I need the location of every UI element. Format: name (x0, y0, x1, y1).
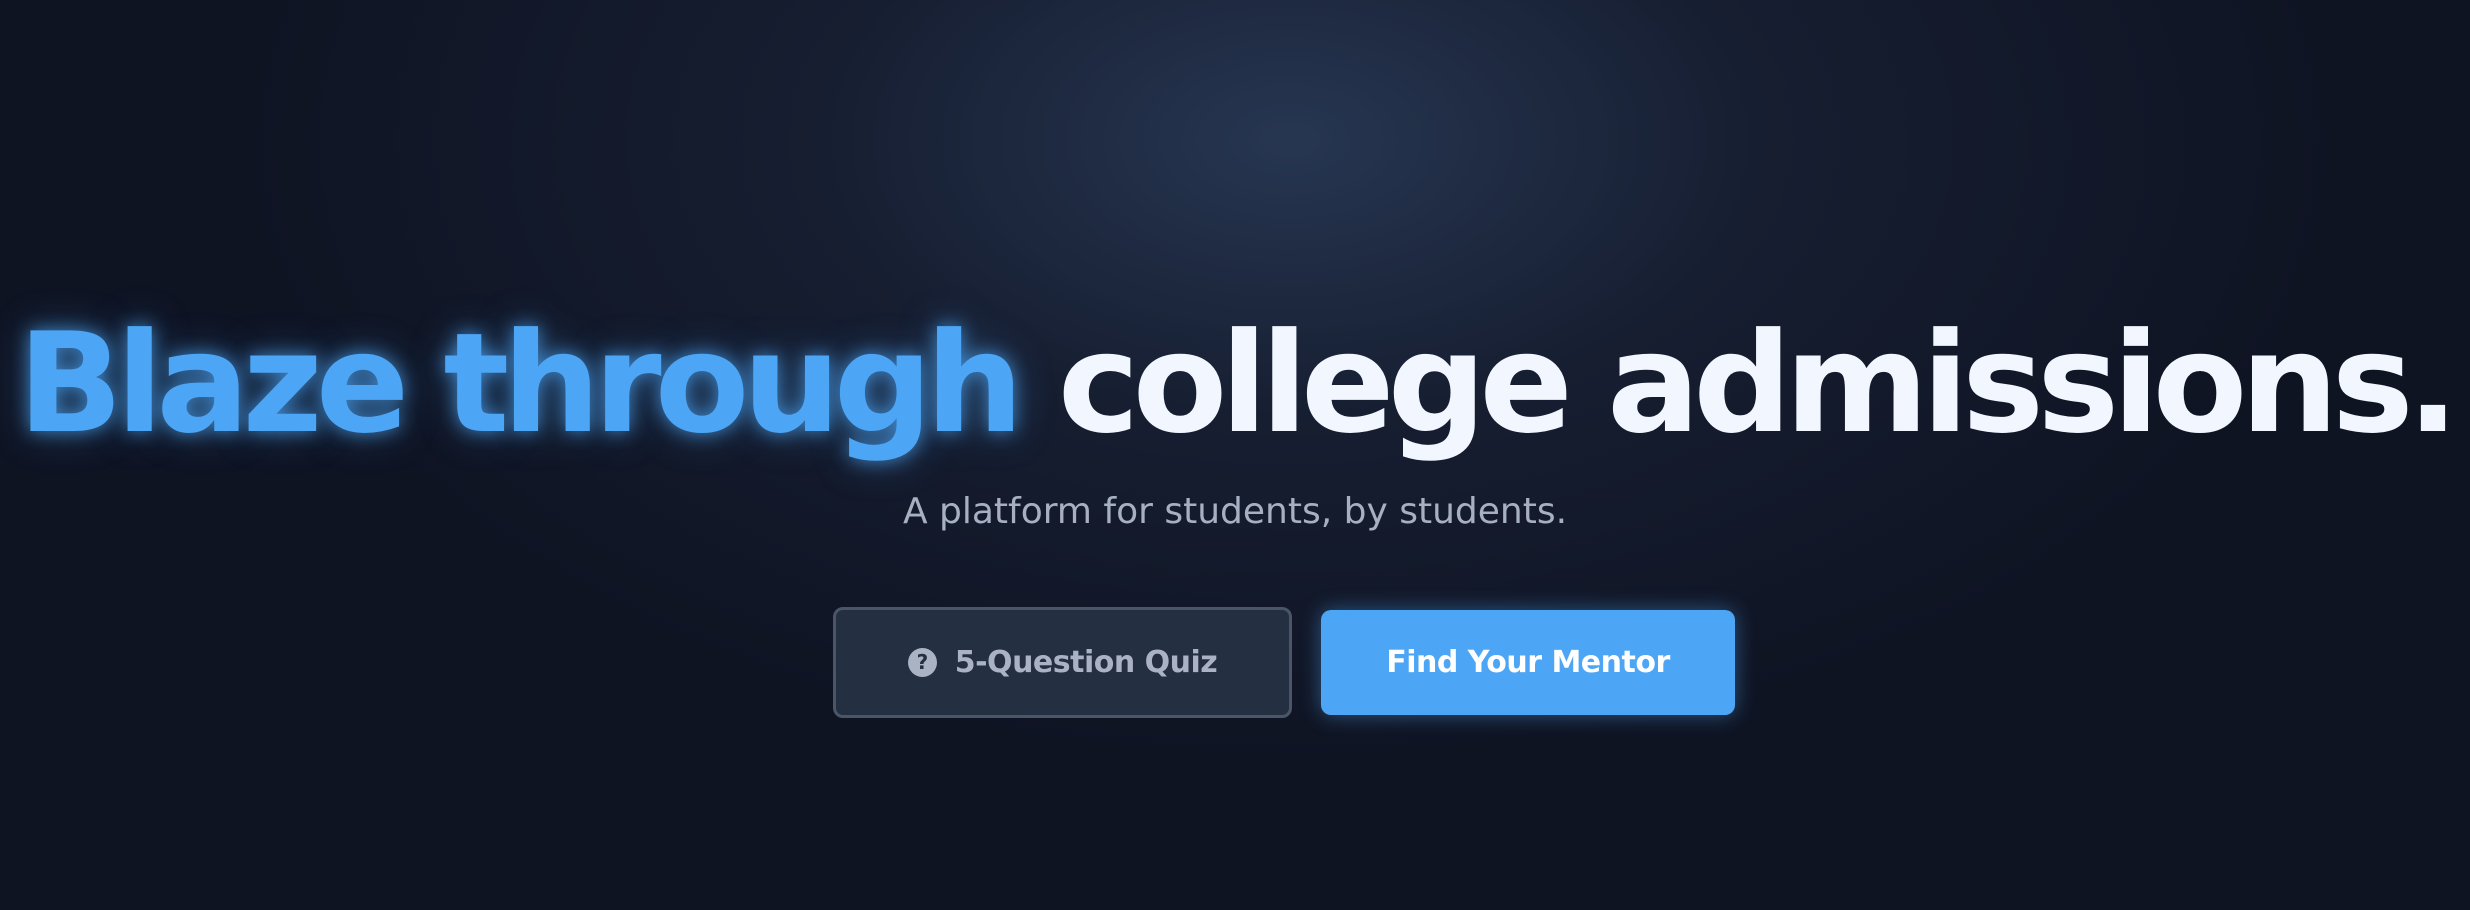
quiz-button-label: 5-Question Quiz (954, 645, 1218, 680)
hero-headline: Blaze through college admissions. (0, 300, 2470, 468)
headline-main-text: college admissions. (1057, 303, 2459, 464)
find-mentor-button[interactable]: Find Your Mentor (1321, 610, 1735, 715)
hero-section: Blaze through college admissions. A plat… (0, 0, 2470, 910)
headline-accent-text: Blaze through (17, 303, 1024, 464)
question-circle-icon: ? (907, 648, 937, 677)
hero-subtitle: A platform for students, by students. (902, 491, 1568, 532)
quiz-button[interactable]: ? 5-Question Quiz (833, 607, 1292, 718)
find-mentor-button-label: Find Your Mentor (1386, 645, 1670, 680)
